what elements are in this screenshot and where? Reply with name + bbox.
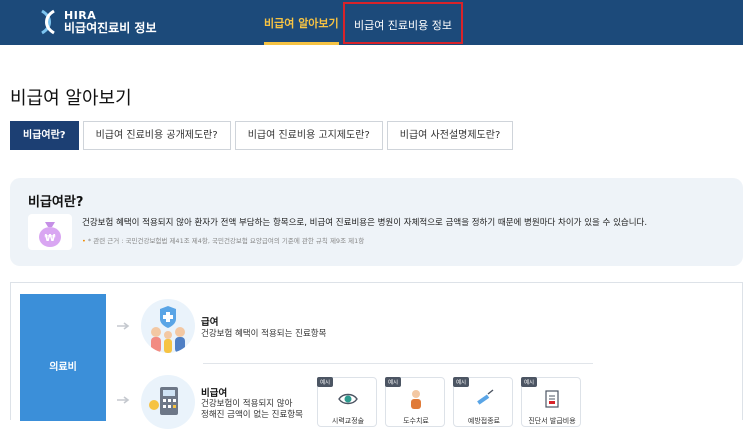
row-divider [203,363,593,364]
arrow-right-icon [117,396,130,404]
nav-non-covered-overview[interactable]: 비급여 알아보기 [264,0,339,45]
tab-fee-notice[interactable]: 비급여 진료비용 고지제도란? [234,121,383,150]
arrow-right-icon [117,322,130,330]
covered-title: 급여 [201,317,219,328]
definition-description: 건강보험 혜택이 적용되지 않아 환자가 전액 부담하는 항목으로, 비급여 진… [82,218,648,228]
top-navigation-bar: HIRA 비급여진료비 정보 비급여 알아보기 비급여 진료비용 정보 [0,0,743,45]
example-tag: 예시 [385,377,402,387]
fee-structure-diagram: 의료비 급여 건강보험 혜택이 적용되는 진료항목 비급여 건강보험이 적용되지… [10,282,743,429]
family-illustration-icon [141,299,195,353]
medical-fee-box: 의료비 [20,294,106,421]
hira-logo-icon [41,9,55,35]
definition-box: 비급여란? ₩ 건강보험 혜택이 적용되지 않아 환자가 전액 부담하는 항목으… [10,178,743,266]
nav-non-covered-fee-info[interactable]: 비급여 진료비용 정보 [343,2,463,44]
tab-prior-explanation[interactable]: 비급여 사전설명제도란? [386,121,514,150]
definition-title: 비급여란? [28,195,84,210]
therapy-icon [411,390,421,409]
example-label: 진단서 발급비용 [528,417,576,425]
example-label: 도수치료 [403,417,429,425]
money-bag-icon: ₩ [28,214,72,250]
non-covered-description: 건강보험이 적용되지 않아 정해진 금액이 없는 진료항목 [201,399,303,420]
eye-icon [338,393,358,405]
non-covered-title: 비급여 [201,388,228,399]
legal-basis-note: • * 관련 근거 : 국민건강보험법 제41조 제4항, 국민건강보험 요양급… [82,237,365,245]
document-icon [545,390,559,408]
example-tag: 예시 [317,377,334,387]
syringe-icon [477,389,494,405]
medical-fee-label: 의료비 [49,362,77,373]
calculator-illustration-icon [141,375,195,429]
page-title: 비급여 알아보기 [10,88,132,109]
tab-list: 비급여란? 비급여 진료비용 공개제도란? 비급여 진료비용 고지제도란? 비급… [10,121,517,150]
example-tag: 예시 [521,377,538,387]
example-label: 시력교정술 [331,417,365,425]
example-tag: 예시 [453,377,470,387]
covered-description: 건강보험 혜택이 적용되는 진료항목 [201,329,327,339]
tab-fee-disclosure[interactable]: 비급여 진료비용 공개제도란? [82,121,231,150]
svg-text:₩: ₩ [44,233,55,244]
logo-korean-text: 비급여진료비 정보 [64,21,157,35]
site-logo[interactable]: HIRA 비급여진료비 정보 [38,9,157,35]
tab-what-is-non-covered[interactable]: 비급여란? [10,121,79,150]
example-label: 예방접종료 [467,417,501,425]
